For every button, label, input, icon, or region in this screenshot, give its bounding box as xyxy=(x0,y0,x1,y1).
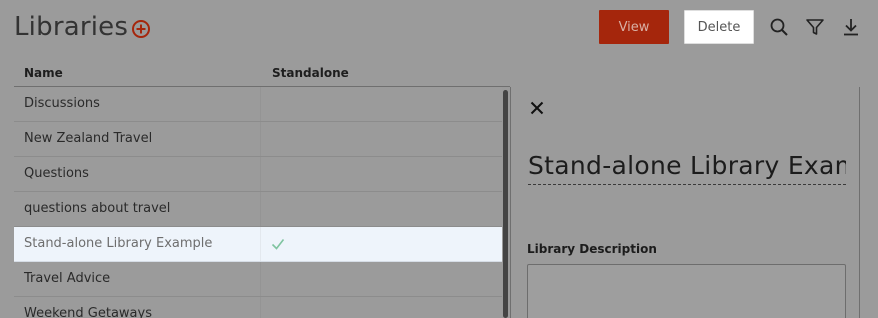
table-row[interactable]: Travel Advice xyxy=(14,262,502,297)
row-name: Questions xyxy=(24,166,89,181)
delete-button[interactable]: Delete xyxy=(684,10,754,44)
table-row[interactable]: Discussions xyxy=(14,87,502,122)
close-icon[interactable] xyxy=(530,101,544,115)
column-header-name[interactable]: Name xyxy=(24,66,63,80)
search-icon[interactable] xyxy=(769,17,789,37)
column-divider xyxy=(260,122,261,156)
checkmark-icon xyxy=(271,239,285,250)
row-name: Weekend Getaways xyxy=(24,306,152,318)
table-row[interactable]: Questions xyxy=(14,157,502,192)
view-button[interactable]: View xyxy=(599,10,669,44)
download-icon[interactable] xyxy=(841,17,861,37)
description-label: Library Description xyxy=(527,242,657,256)
add-circle-icon[interactable] xyxy=(131,19,151,39)
column-divider xyxy=(260,297,261,318)
table-row[interactable]: New Zealand Travel xyxy=(14,122,502,157)
row-name: Stand-alone Library Example xyxy=(24,236,213,251)
column-divider xyxy=(260,192,261,226)
row-name: Discussions xyxy=(24,96,100,111)
library-detail-panel: Stand-alone Library Example Library Desc… xyxy=(510,87,860,318)
row-name: New Zealand Travel xyxy=(24,131,153,146)
table-row-selected[interactable]: Stand-alone Library Example xyxy=(14,227,502,262)
library-title-field[interactable]: Stand-alone Library Example xyxy=(528,151,846,185)
row-name: questions about travel xyxy=(24,201,171,216)
scrollbar-thumb[interactable] xyxy=(503,90,508,318)
column-header-standalone[interactable]: Standalone xyxy=(272,66,349,80)
table-row[interactable]: questions about travel xyxy=(14,192,502,227)
page-title: Libraries xyxy=(14,12,129,42)
row-name: Travel Advice xyxy=(24,271,111,286)
column-divider xyxy=(260,262,261,296)
libraries-table: Discussions New Zealand Travel Questions… xyxy=(14,87,502,318)
description-textarea[interactable] xyxy=(527,264,846,318)
table-row[interactable]: Weekend Getaways xyxy=(14,297,502,318)
column-divider xyxy=(260,157,261,191)
filter-icon[interactable] xyxy=(805,17,825,37)
column-divider xyxy=(260,87,261,121)
column-divider xyxy=(260,227,261,261)
